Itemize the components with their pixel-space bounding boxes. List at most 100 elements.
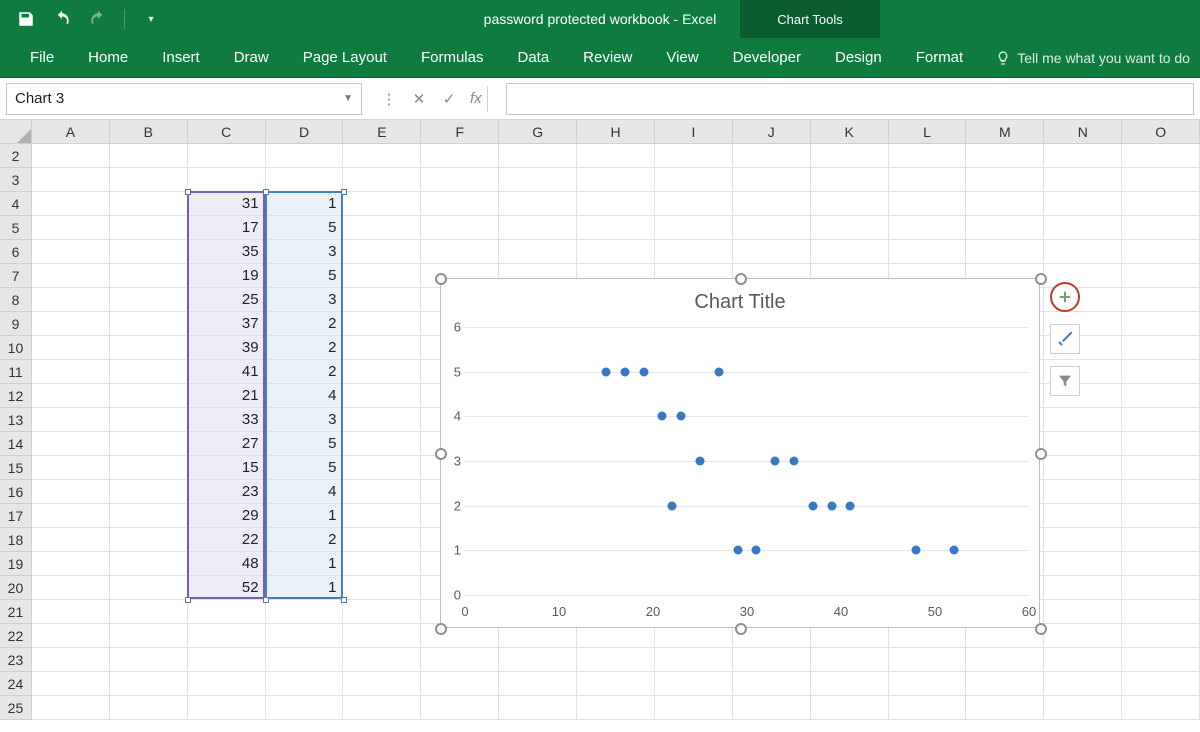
cell[interactable] (188, 168, 266, 192)
chart-data-point[interactable] (790, 457, 799, 466)
cell[interactable]: 23 (188, 480, 266, 504)
cell[interactable] (32, 504, 110, 528)
cell[interactable] (343, 624, 421, 648)
cell[interactable] (110, 360, 188, 384)
customize-qat-icon[interactable]: ▾ (141, 9, 161, 29)
cell[interactable] (577, 672, 655, 696)
cell[interactable]: 15 (188, 456, 266, 480)
chart-resize-handle[interactable] (1035, 273, 1047, 285)
chart-resize-handle[interactable] (435, 448, 447, 460)
cell[interactable] (811, 144, 889, 168)
chart-resize-handle[interactable] (435, 273, 447, 285)
tab-file[interactable]: File (28, 43, 56, 72)
cell[interactable] (1122, 192, 1200, 216)
menu-icon[interactable]: ⋮ (380, 90, 398, 108)
cell[interactable] (577, 216, 655, 240)
cell[interactable] (577, 648, 655, 672)
cell[interactable] (889, 648, 967, 672)
cell[interactable] (966, 696, 1044, 720)
cell[interactable] (1122, 168, 1200, 192)
cell[interactable] (1122, 504, 1200, 528)
cell[interactable] (266, 600, 344, 624)
save-icon[interactable] (16, 9, 36, 29)
row-header[interactable]: 2 (0, 144, 32, 168)
chart-data-point[interactable] (714, 367, 723, 376)
cell[interactable] (32, 648, 110, 672)
cell[interactable] (343, 360, 421, 384)
cell[interactable] (1122, 528, 1200, 552)
cell[interactable] (266, 648, 344, 672)
column-header[interactable]: D (266, 120, 344, 144)
cell[interactable] (1122, 672, 1200, 696)
row-header[interactable]: 21 (0, 600, 32, 624)
cell[interactable] (266, 624, 344, 648)
cell[interactable] (343, 216, 421, 240)
cancel-icon[interactable]: ✕ (410, 90, 428, 108)
cell[interactable] (343, 240, 421, 264)
cell[interactable] (655, 672, 733, 696)
row-header[interactable]: 6 (0, 240, 32, 264)
select-all-corner[interactable] (0, 120, 32, 144)
row-header[interactable]: 16 (0, 480, 32, 504)
cell[interactable] (1044, 672, 1122, 696)
cell[interactable] (110, 552, 188, 576)
row-header[interactable]: 15 (0, 456, 32, 480)
row-header[interactable]: 24 (0, 672, 32, 696)
cell[interactable] (1122, 336, 1200, 360)
tab-draw[interactable]: Draw (232, 43, 271, 72)
cell[interactable] (343, 192, 421, 216)
cell[interactable]: 1 (266, 192, 344, 216)
cell[interactable] (32, 312, 110, 336)
row-header[interactable]: 14 (0, 432, 32, 456)
chart-data-point[interactable] (912, 546, 921, 555)
cell[interactable] (655, 216, 733, 240)
chart-data-point[interactable] (808, 501, 817, 510)
redo-icon[interactable] (88, 9, 108, 29)
cell[interactable] (110, 240, 188, 264)
name-box[interactable]: Chart 3 ▼ (6, 83, 362, 115)
row-header[interactable]: 7 (0, 264, 32, 288)
cell[interactable] (343, 528, 421, 552)
cell[interactable] (811, 216, 889, 240)
column-header[interactable]: K (811, 120, 889, 144)
cell[interactable] (1044, 144, 1122, 168)
cell[interactable] (1044, 648, 1122, 672)
cell[interactable] (32, 192, 110, 216)
cell[interactable]: 2 (266, 360, 344, 384)
cell[interactable] (110, 456, 188, 480)
cell[interactable] (1122, 408, 1200, 432)
cell[interactable] (343, 384, 421, 408)
chart-object[interactable]: Chart Title 01234560102030405060 (440, 278, 1040, 628)
cell[interactable] (188, 672, 266, 696)
cell[interactable] (32, 528, 110, 552)
cell[interactable] (1044, 456, 1122, 480)
cell[interactable] (499, 696, 577, 720)
cell[interactable]: 2 (266, 336, 344, 360)
cell[interactable] (110, 648, 188, 672)
cell[interactable] (966, 240, 1044, 264)
cell[interactable] (343, 480, 421, 504)
cell[interactable] (1044, 240, 1122, 264)
cell[interactable] (1044, 504, 1122, 528)
cell[interactable] (1044, 480, 1122, 504)
row-header[interactable]: 23 (0, 648, 32, 672)
cell[interactable] (1122, 576, 1200, 600)
cell[interactable] (421, 240, 499, 264)
cell[interactable] (733, 672, 811, 696)
cell[interactable]: 17 (188, 216, 266, 240)
cell[interactable] (1122, 384, 1200, 408)
chart-resize-handle[interactable] (735, 623, 747, 635)
chart-data-point[interactable] (949, 546, 958, 555)
cell[interactable]: 5 (266, 216, 344, 240)
cell[interactable] (1122, 624, 1200, 648)
row-header[interactable]: 13 (0, 408, 32, 432)
column-header[interactable]: L (889, 120, 967, 144)
cell[interactable]: 1 (266, 552, 344, 576)
cell[interactable]: 48 (188, 552, 266, 576)
cell[interactable] (499, 216, 577, 240)
cell[interactable] (32, 360, 110, 384)
tab-design[interactable]: Design (833, 43, 884, 72)
worksheet-grid[interactable]: ABCDEFGHIJKLMNO 234311517563537195825393… (0, 120, 1200, 720)
cell[interactable] (1044, 696, 1122, 720)
cell[interactable] (110, 480, 188, 504)
